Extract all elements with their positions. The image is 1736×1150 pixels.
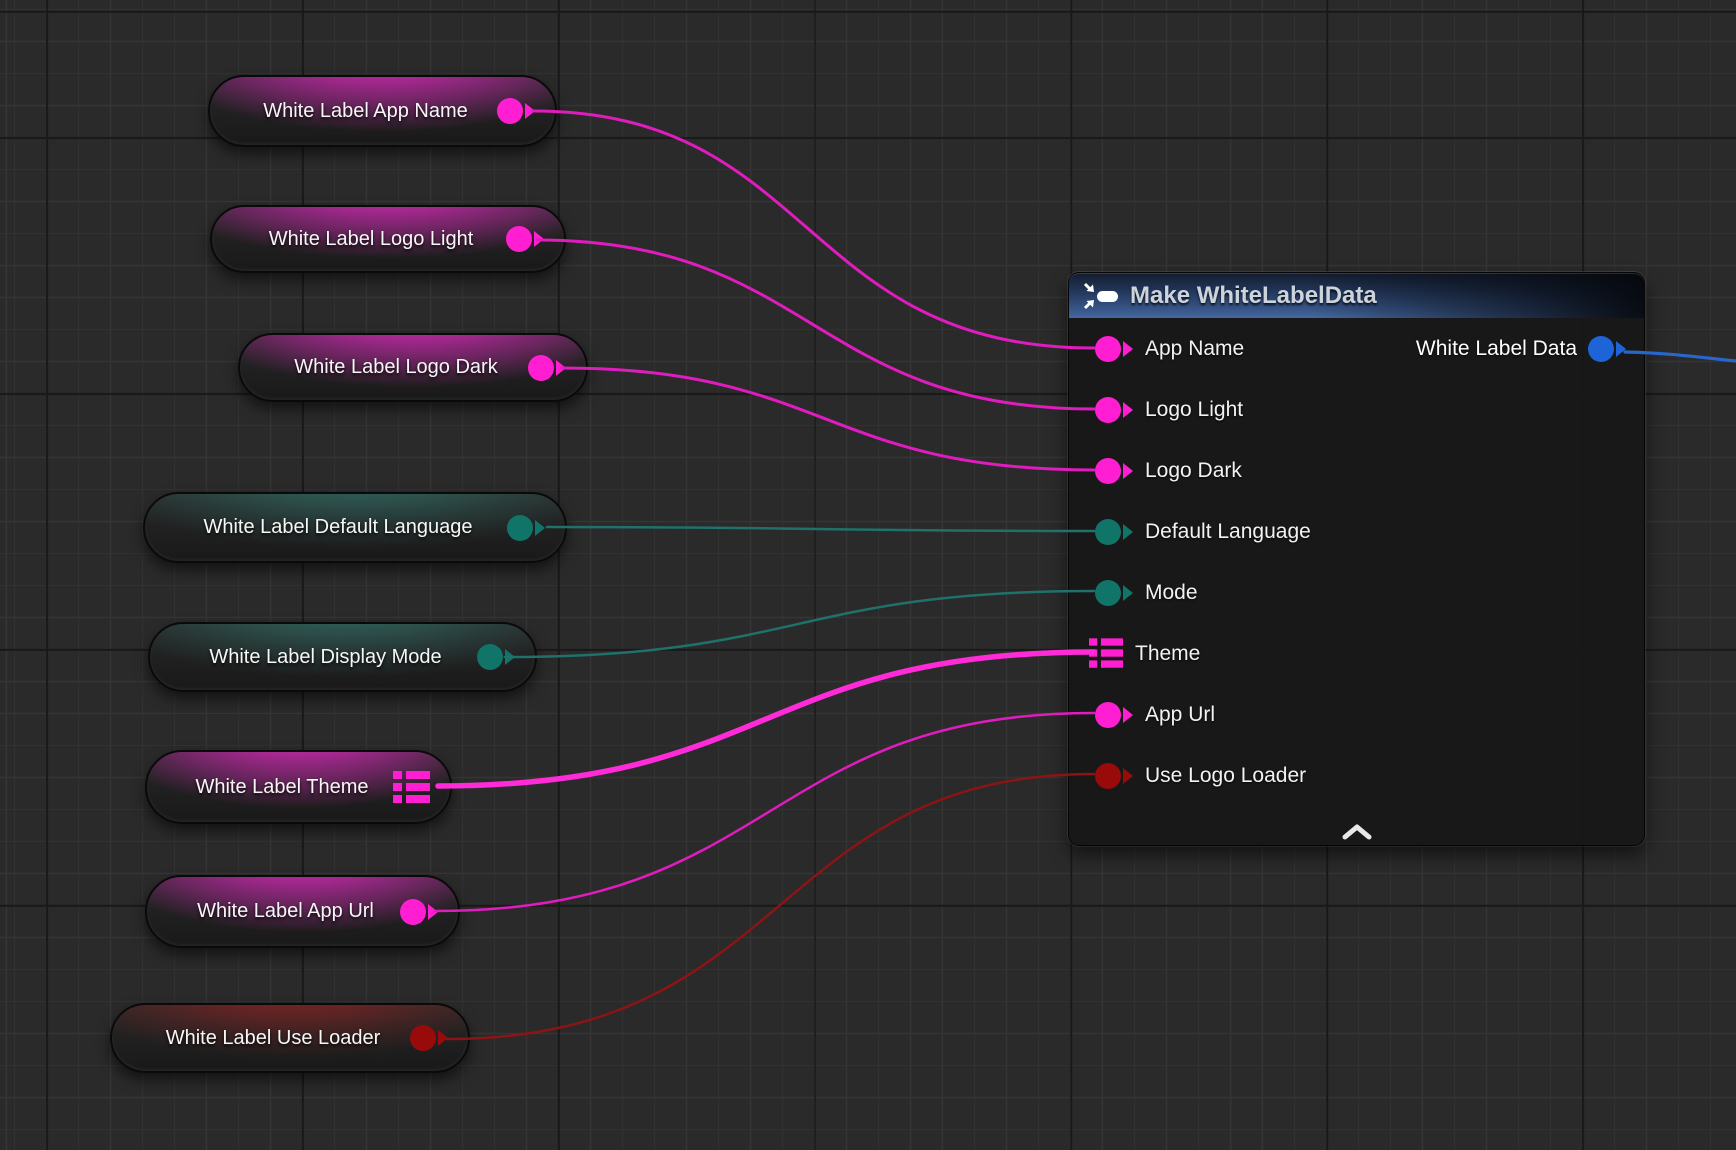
node-make-whitelabeldata[interactable]: Make WhiteLabelData App Name White Label… — [1068, 272, 1645, 846]
bool-output-pin[interactable] — [410, 1025, 448, 1051]
wire-app-url[interactable] — [435, 713, 1094, 911]
pin-arrow-icon — [535, 520, 545, 536]
pin-row-logo-dark: Logo Dark — [1069, 440, 1644, 501]
pin-arrow-icon — [534, 231, 544, 247]
pin-label: Theme — [1135, 642, 1200, 666]
node-white-label-display-mode[interactable]: White Label Display Mode — [148, 622, 537, 692]
pin-arrow-icon — [1123, 707, 1133, 723]
string-input-pin[interactable] — [1095, 458, 1121, 484]
enum-input-pin[interactable] — [1095, 519, 1121, 545]
output-pin-label: White Label Data — [1416, 337, 1577, 361]
pin-dot-icon — [497, 98, 523, 124]
wire-display-mode[interactable] — [505, 591, 1094, 657]
pin-row-app-name: App Name White Label Data — [1069, 318, 1644, 379]
string-input-pin[interactable] — [1095, 336, 1121, 362]
pin-dot-icon — [506, 226, 532, 252]
node-label: White Label Use Loader — [112, 1027, 410, 1050]
node-white-label-app-url[interactable]: White Label App Url — [145, 875, 460, 948]
enum-output-pin[interactable] — [507, 515, 545, 541]
blueprint-graph-canvas[interactable]: White Label App Name White Label Logo Li… — [0, 0, 1736, 1150]
pin-arrow-icon — [1123, 463, 1133, 479]
node-label: White Label Theme — [147, 776, 393, 799]
pin-label: Logo Dark — [1145, 459, 1242, 483]
pin-label: App Url — [1145, 703, 1215, 727]
pin-row-logo-light: Logo Light — [1069, 379, 1644, 440]
pin-arrow-icon — [1616, 341, 1626, 357]
string-output-pin[interactable] — [400, 899, 438, 925]
node-white-label-use-loader[interactable]: White Label Use Loader — [110, 1003, 470, 1073]
string-output-pin[interactable] — [497, 98, 535, 124]
pin-dot-icon — [400, 899, 426, 925]
pin-arrow-icon — [428, 904, 438, 920]
pin-rows: App Name White Label Data Logo Light Log… — [1069, 318, 1644, 806]
pin-arrow-icon — [1123, 341, 1133, 357]
pin-label: Logo Light — [1145, 398, 1243, 422]
pin-arrow-icon — [1123, 585, 1133, 601]
node-white-label-app-name[interactable]: White Label App Name — [208, 75, 557, 147]
pin-label: Mode — [1145, 581, 1198, 605]
pin-row-mode: Mode — [1069, 562, 1644, 623]
pin-arrow-icon — [1123, 402, 1133, 418]
wire-logo-light[interactable] — [537, 240, 1094, 409]
node-white-label-logo-light[interactable]: White Label Logo Light — [210, 205, 566, 273]
pin-dot-icon — [410, 1025, 436, 1051]
pin-dot-icon — [528, 355, 554, 381]
map-input-pin[interactable] — [1089, 637, 1123, 670]
pin-arrow-icon — [525, 103, 535, 119]
pin-row-use-logo-loader: Use Logo Loader — [1069, 745, 1644, 806]
wire-default-language[interactable] — [547, 527, 1094, 531]
node-label: White Label App Url — [147, 900, 400, 923]
enum-output-pin[interactable] — [477, 644, 515, 670]
collapse-chevron-icon[interactable] — [1340, 823, 1374, 840]
string-input-pin[interactable] — [1095, 397, 1121, 423]
pin-label: Default Language — [1145, 520, 1311, 544]
node-label: White Label Logo Light — [212, 228, 506, 251]
map-pin-icon — [393, 770, 430, 805]
pin-label: App Name — [1145, 337, 1244, 361]
pin-row-app-url: App Url — [1069, 684, 1644, 745]
bool-input-pin[interactable] — [1095, 763, 1121, 789]
pin-row-theme: Theme — [1069, 623, 1644, 684]
node-white-label-default-language[interactable]: White Label Default Language — [143, 492, 567, 563]
wire-app-name[interactable] — [533, 111, 1094, 348]
string-output-pin[interactable] — [528, 355, 566, 381]
node-white-label-logo-dark[interactable]: White Label Logo Dark — [238, 333, 588, 402]
node-label: White Label Display Mode — [150, 646, 477, 669]
pin-arrow-icon — [1123, 768, 1133, 784]
pin-dot-icon — [507, 515, 533, 541]
make-node-header[interactable]: Make WhiteLabelData — [1069, 273, 1644, 318]
pin-arrow-icon — [556, 360, 566, 376]
pin-row-default-language: Default Language — [1069, 501, 1644, 562]
string-output-pin[interactable] — [506, 226, 544, 252]
node-title: Make WhiteLabelData — [1130, 282, 1377, 310]
pin-dot-icon — [477, 644, 503, 670]
node-label: White Label Default Language — [145, 516, 507, 539]
enum-input-pin[interactable] — [1095, 580, 1121, 606]
pin-arrow-icon — [1123, 524, 1133, 540]
pin-arrow-icon — [438, 1030, 448, 1046]
node-label: White Label App Name — [210, 100, 497, 123]
wire-use-loader[interactable] — [447, 774, 1094, 1039]
map-output-pin[interactable] — [393, 770, 430, 805]
string-input-pin[interactable] — [1095, 702, 1121, 728]
node-white-label-theme[interactable]: White Label Theme — [145, 750, 452, 824]
pin-row-output: White Label Data — [1416, 318, 1626, 379]
pin-label: Use Logo Loader — [1145, 764, 1306, 788]
node-label: White Label Logo Dark — [240, 356, 528, 379]
struct-output-pin[interactable] — [1588, 336, 1614, 362]
make-struct-icon — [1083, 281, 1119, 311]
pin-arrow-icon — [505, 649, 515, 665]
wire-theme[interactable] — [438, 652, 1094, 786]
wire-logo-dark[interactable] — [562, 368, 1094, 470]
